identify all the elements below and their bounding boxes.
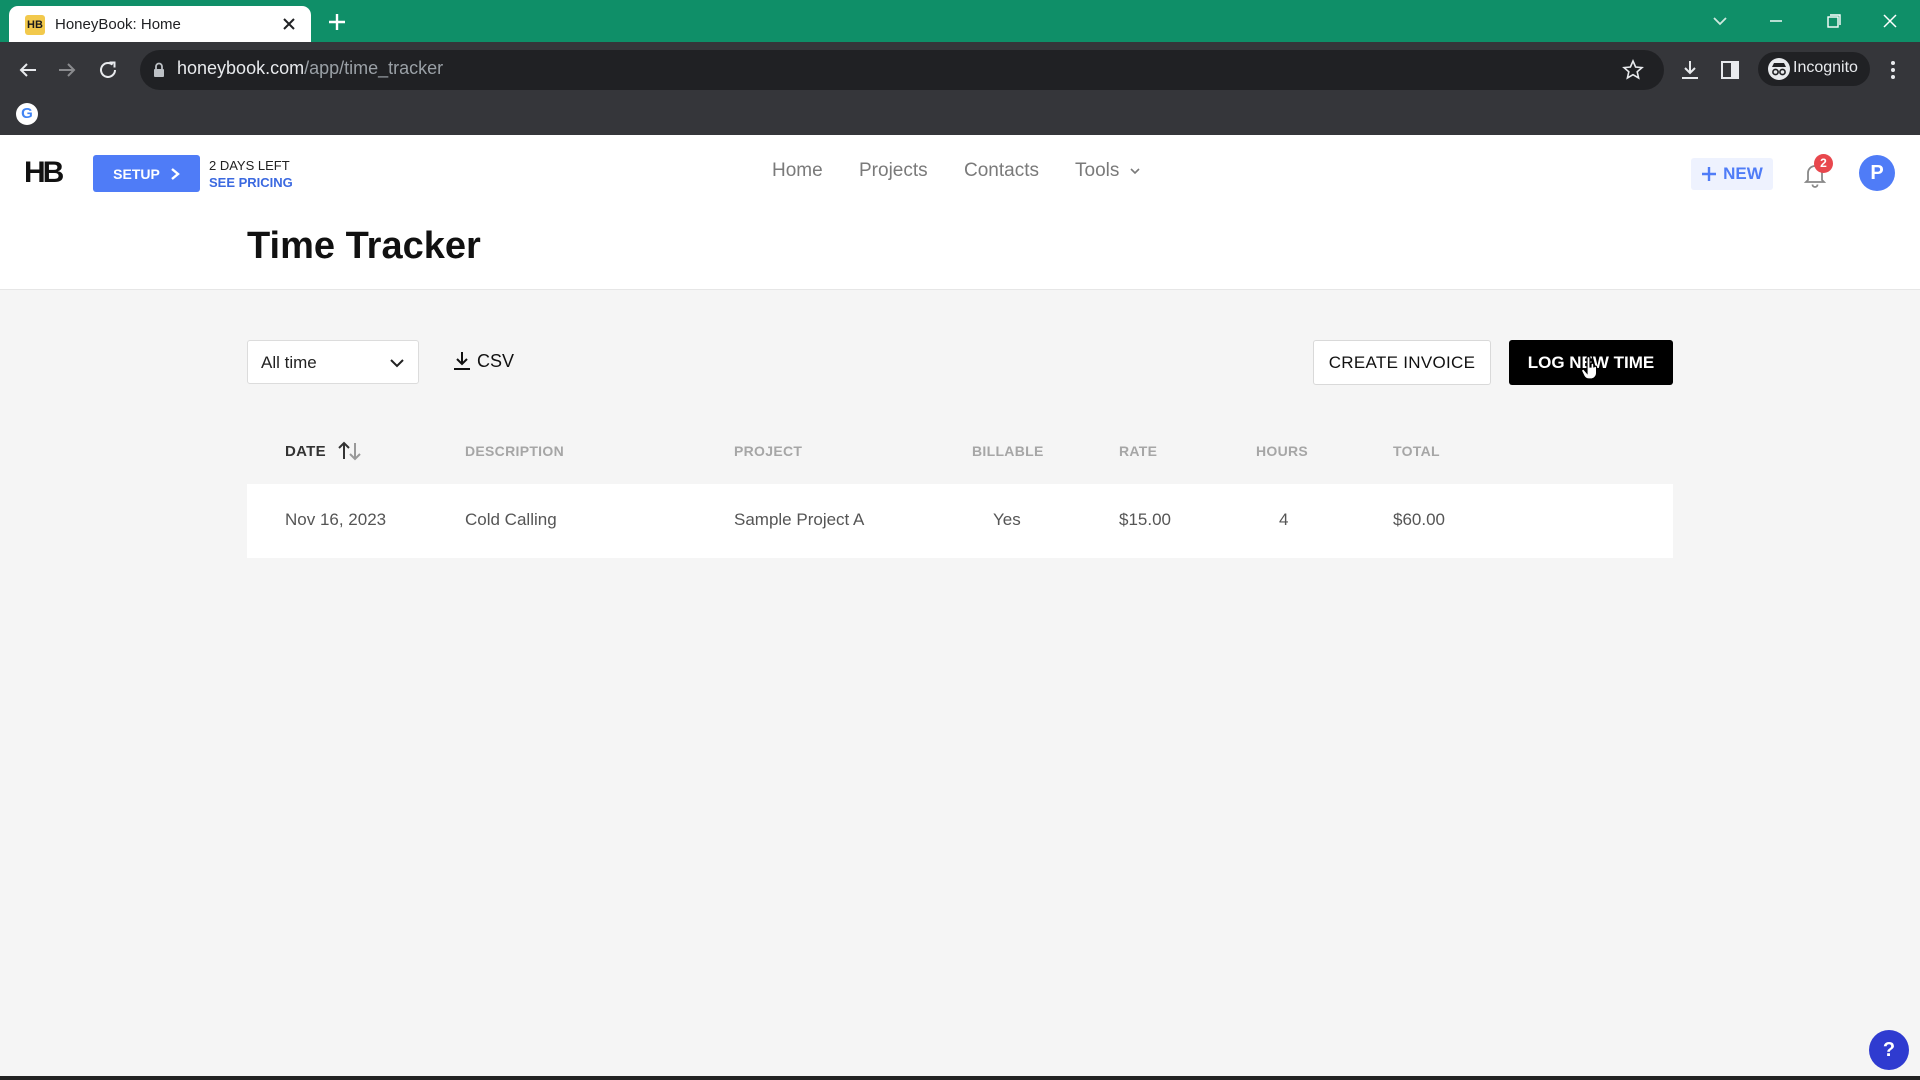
tab-title: HoneyBook: Home <box>55 16 181 33</box>
side-panel-icon[interactable] <box>1718 58 1742 82</box>
url-text: honeybook.com/app/time_tracker <box>177 58 444 78</box>
column-header-rate: RATE <box>1119 443 1158 459</box>
bookmark-star-icon[interactable] <box>1622 59 1644 81</box>
column-header-date[interactable]: DATE <box>285 443 326 460</box>
browser-tab[interactable]: HB HoneyBook: Home <box>9 6 311 42</box>
cell-total: $60.00 <box>1393 510 1445 529</box>
minimize-icon[interactable] <box>1762 8 1790 34</box>
setup-button[interactable]: SETUP <box>93 155 200 192</box>
chevron-right-icon <box>170 167 180 181</box>
google-bookmark-icon[interactable]: G <box>16 103 38 125</box>
export-csv-button[interactable]: CSV <box>452 350 514 372</box>
download-icon <box>452 350 472 372</box>
nav-contacts[interactable]: Contacts <box>964 160 1039 182</box>
see-pricing-link[interactable]: SEE PRICING <box>209 175 293 190</box>
bookmarks-bar <box>0 97 1920 135</box>
table-row[interactable] <box>247 484 1673 558</box>
notification-count-badge: 2 <box>1814 154 1833 173</box>
page-title: Time Tracker <box>247 225 481 267</box>
reload-icon[interactable] <box>94 56 122 84</box>
cell-rate: $15.00 <box>1119 510 1171 529</box>
column-header-hours: HOURS <box>1256 443 1309 459</box>
cell-project: Sample Project A <box>734 510 865 529</box>
create-invoice-button[interactable]: CREATE INVOICE <box>1313 340 1491 385</box>
restore-icon[interactable] <box>1819 8 1847 34</box>
column-header-total: TOTAL <box>1393 443 1440 459</box>
cell-date: Nov 16, 2023 <box>285 510 387 529</box>
cell-billable: Yes <box>993 510 1021 529</box>
help-button[interactable]: ? <box>1869 1030 1909 1070</box>
nav-tools[interactable]: Tools <box>1075 160 1141 182</box>
nav-projects[interactable]: Projects <box>859 160 928 182</box>
window-close-icon[interactable] <box>1876 8 1904 34</box>
nav-home[interactable]: Home <box>772 160 823 182</box>
browser-menu-icon[interactable] <box>1883 57 1903 83</box>
trial-days-left: 2 DAYS LEFT <box>209 158 290 173</box>
lock-icon <box>151 61 167 79</box>
column-header-description: DESCRIPTION <box>465 443 564 459</box>
plus-icon <box>1701 166 1717 182</box>
forward-arrow-icon[interactable] <box>53 56 81 84</box>
cell-description: Cold Calling <box>465 510 557 529</box>
nav-tools-label: Tools <box>1075 160 1120 181</box>
sort-arrows-icon[interactable] <box>336 439 364 463</box>
tab-search-chevron-icon[interactable] <box>1706 8 1734 34</box>
chevron-down-icon <box>1129 166 1141 176</box>
download-icon[interactable] <box>1677 57 1703 83</box>
close-icon[interactable] <box>280 15 298 33</box>
new-tab-plus-icon[interactable] <box>325 10 349 34</box>
date-range-value: All time <box>261 353 317 372</box>
chevron-down-icon <box>388 354 406 372</box>
user-avatar[interactable]: P <box>1859 155 1895 191</box>
incognito-icon <box>1767 58 1791 80</box>
date-range-select[interactable]: All time <box>247 340 419 384</box>
cell-hours: 4 <box>1279 510 1289 529</box>
new-label: NEW <box>1723 164 1763 183</box>
incognito-label: Incognito <box>1793 59 1858 76</box>
honeybook-logo[interactable]: HB <box>24 156 64 190</box>
column-header-billable: BILLABLE <box>972 443 1044 459</box>
honeybook-favicon: HB <box>25 15 45 35</box>
setup-label: SETUP <box>113 165 160 182</box>
csv-label: CSV <box>477 351 515 371</box>
new-button[interactable]: NEW <box>1691 158 1773 190</box>
bottom-edge-bar <box>0 1076 1920 1080</box>
hand-pointer-icon <box>1581 356 1599 380</box>
column-header-project: PROJECT <box>734 443 803 459</box>
back-arrow-icon[interactable] <box>14 56 42 84</box>
